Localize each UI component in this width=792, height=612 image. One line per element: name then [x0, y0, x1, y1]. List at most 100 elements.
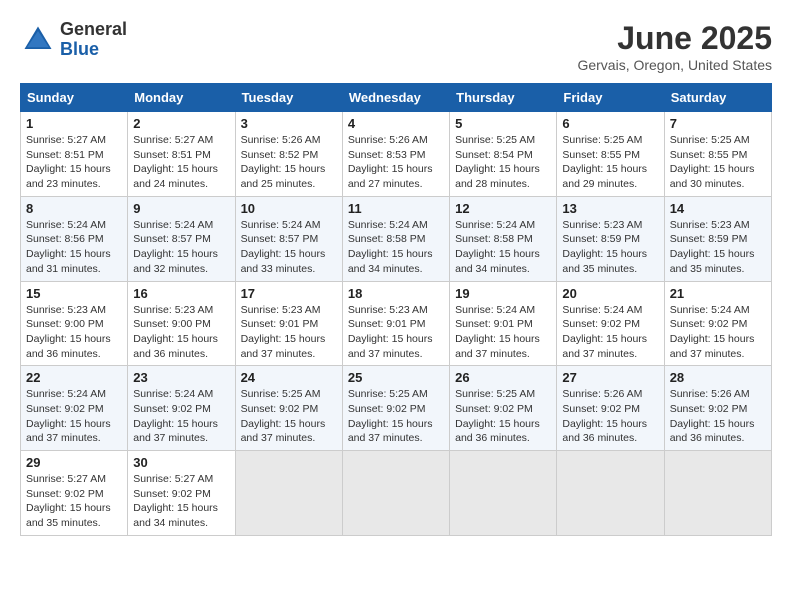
calendar-day-header: Wednesday — [342, 84, 449, 112]
day-info: Sunrise: 5:27 AMSunset: 9:02 PMDaylight:… — [26, 472, 122, 531]
day-number: 22 — [26, 370, 122, 385]
calendar-cell: 12Sunrise: 5:24 AMSunset: 8:58 PMDayligh… — [450, 196, 557, 281]
day-info: Sunrise: 5:26 AMSunset: 8:53 PMDaylight:… — [348, 133, 444, 192]
calendar-cell: 15 Sunrise: 5:23 AMSunset: 9:00 PMDayligh… — [21, 281, 128, 366]
calendar-cell: 22 Sunrise: 5:24 AMSunset: 9:02 PMDayligh… — [21, 366, 128, 451]
day-info: Sunrise: 5:24 AMSunset: 8:56 PMDaylight:… — [26, 218, 122, 277]
day-info: Sunrise: 5:26 AMSunset: 9:02 PMDaylight:… — [670, 387, 766, 446]
day-number: 19 — [455, 286, 551, 301]
calendar-week-row: 1 Sunrise: 5:27 AMSunset: 8:51 PMDaylight… — [21, 112, 772, 197]
calendar-cell — [342, 451, 449, 536]
calendar-cell: 8 Sunrise: 5:24 AMSunset: 8:56 PMDaylight… — [21, 196, 128, 281]
day-info: Sunrise: 5:24 AMSunset: 8:57 PMDaylight:… — [133, 218, 229, 277]
day-number: 29 — [26, 455, 122, 470]
logo-icon — [20, 22, 56, 58]
calendar-cell: 24Sunrise: 5:25 AMSunset: 9:02 PMDayligh… — [235, 366, 342, 451]
calendar-cell: 18Sunrise: 5:23 AMSunset: 9:01 PMDayligh… — [342, 281, 449, 366]
day-info: Sunrise: 5:24 AMSunset: 9:01 PMDaylight:… — [455, 303, 551, 362]
calendar-cell: 16Sunrise: 5:23 AMSunset: 9:00 PMDayligh… — [128, 281, 235, 366]
day-number: 30 — [133, 455, 229, 470]
day-number: 28 — [670, 370, 766, 385]
calendar-cell: 21 Sunrise: 5:24 AMSunset: 9:02 PMDayligh… — [664, 281, 771, 366]
day-number: 23 — [133, 370, 229, 385]
day-info: Sunrise: 5:24 AMSunset: 9:02 PMDaylight:… — [562, 303, 658, 362]
day-number: 3 — [241, 116, 337, 131]
calendar-cell: 28 Sunrise: 5:26 AMSunset: 9:02 PMDayligh… — [664, 366, 771, 451]
header: General Blue June 2025 Gervais, Oregon, … — [20, 20, 772, 73]
logo-general: General — [60, 20, 127, 40]
day-number: 11 — [348, 201, 444, 216]
day-number: 26 — [455, 370, 551, 385]
calendar-cell: 25 Sunrise: 5:25 AMSunset: 9:02 PMDayligh… — [342, 366, 449, 451]
calendar-cell: 6Sunrise: 5:25 AMSunset: 8:55 PMDaylight… — [557, 112, 664, 197]
day-info: Sunrise: 5:23 AMSunset: 9:01 PMDaylight:… — [241, 303, 337, 362]
day-info: Sunrise: 5:23 AMSunset: 9:00 PMDaylight:… — [26, 303, 122, 362]
calendar-cell: 1 Sunrise: 5:27 AMSunset: 8:51 PMDaylight… — [21, 112, 128, 197]
calendar-day-header: Friday — [557, 84, 664, 112]
day-number: 21 — [670, 286, 766, 301]
calendar-cell: 5 Sunrise: 5:25 AMSunset: 8:54 PMDaylight… — [450, 112, 557, 197]
day-info: Sunrise: 5:25 AMSunset: 9:02 PMDaylight:… — [348, 387, 444, 446]
day-number: 13 — [562, 201, 658, 216]
calendar-table: SundayMondayTuesdayWednesdayThursdayFrid… — [20, 83, 772, 536]
calendar-cell: 4 Sunrise: 5:26 AMSunset: 8:53 PMDaylight… — [342, 112, 449, 197]
day-info: Sunrise: 5:24 AMSunset: 8:58 PMDaylight:… — [348, 218, 444, 277]
calendar-week-row: 15 Sunrise: 5:23 AMSunset: 9:00 PMDayligh… — [21, 281, 772, 366]
calendar-cell: 3Sunrise: 5:26 AMSunset: 8:52 PMDaylight… — [235, 112, 342, 197]
day-number: 16 — [133, 286, 229, 301]
day-info: Sunrise: 5:25 AMSunset: 9:02 PMDaylight:… — [455, 387, 551, 446]
calendar-week-row: 8 Sunrise: 5:24 AMSunset: 8:56 PMDaylight… — [21, 196, 772, 281]
location-title: Gervais, Oregon, United States — [577, 57, 772, 73]
day-info: Sunrise: 5:24 AMSunset: 9:02 PMDaylight:… — [133, 387, 229, 446]
day-info: Sunrise: 5:24 AMSunset: 9:02 PMDaylight:… — [26, 387, 122, 446]
calendar-cell: 17 Sunrise: 5:23 AMSunset: 9:01 PMDayligh… — [235, 281, 342, 366]
calendar-cell: 30 Sunrise: 5:27 AMSunset: 9:02 PMDayligh… — [128, 451, 235, 536]
logo-blue: Blue — [60, 40, 127, 60]
day-number: 5 — [455, 116, 551, 131]
day-number: 24 — [241, 370, 337, 385]
day-number: 27 — [562, 370, 658, 385]
day-info: Sunrise: 5:27 AMSunset: 9:02 PMDaylight:… — [133, 472, 229, 531]
calendar-cell: 9 Sunrise: 5:24 AMSunset: 8:57 PMDaylight… — [128, 196, 235, 281]
calendar-cell: 26 Sunrise: 5:25 AMSunset: 9:02 PMDayligh… — [450, 366, 557, 451]
calendar-cell: 10Sunrise: 5:24 AMSunset: 8:57 PMDayligh… — [235, 196, 342, 281]
day-info: Sunrise: 5:27 AMSunset: 8:51 PMDaylight:… — [26, 133, 122, 192]
day-number: 1 — [26, 116, 122, 131]
day-number: 2 — [133, 116, 229, 131]
day-info: Sunrise: 5:26 AMSunset: 9:02 PMDaylight:… — [562, 387, 658, 446]
title-block: June 2025 Gervais, Oregon, United States — [577, 20, 772, 73]
calendar-day-header: Monday — [128, 84, 235, 112]
calendar-cell: 7Sunrise: 5:25 AMSunset: 8:55 PMDaylight… — [664, 112, 771, 197]
month-title: June 2025 — [577, 20, 772, 57]
calendar-day-header: Tuesday — [235, 84, 342, 112]
calendar-cell: 13 Sunrise: 5:23 AMSunset: 8:59 PMDayligh… — [557, 196, 664, 281]
calendar-cell — [557, 451, 664, 536]
calendar-cell — [450, 451, 557, 536]
day-number: 15 — [26, 286, 122, 301]
day-info: Sunrise: 5:23 AMSunset: 8:59 PMDaylight:… — [670, 218, 766, 277]
calendar-cell: 23 Sunrise: 5:24 AMSunset: 9:02 PMDayligh… — [128, 366, 235, 451]
calendar-cell — [235, 451, 342, 536]
day-info: Sunrise: 5:23 AMSunset: 8:59 PMDaylight:… — [562, 218, 658, 277]
day-number: 17 — [241, 286, 337, 301]
calendar-cell: 29 Sunrise: 5:27 AMSunset: 9:02 PMDayligh… — [21, 451, 128, 536]
calendar-header-row: SundayMondayTuesdayWednesdayThursdayFrid… — [21, 84, 772, 112]
day-number: 4 — [348, 116, 444, 131]
calendar-body: 1 Sunrise: 5:27 AMSunset: 8:51 PMDaylight… — [21, 112, 772, 536]
day-info: Sunrise: 5:25 AMSunset: 8:54 PMDaylight:… — [455, 133, 551, 192]
day-info: Sunrise: 5:24 AMSunset: 9:02 PMDaylight:… — [670, 303, 766, 362]
calendar-week-row: 22 Sunrise: 5:24 AMSunset: 9:02 PMDayligh… — [21, 366, 772, 451]
day-info: Sunrise: 5:27 AMSunset: 8:51 PMDaylight:… — [133, 133, 229, 192]
day-number: 7 — [670, 116, 766, 131]
day-number: 9 — [133, 201, 229, 216]
calendar-cell: 20Sunrise: 5:24 AMSunset: 9:02 PMDayligh… — [557, 281, 664, 366]
calendar-cell — [664, 451, 771, 536]
calendar-cell: 11 Sunrise: 5:24 AMSunset: 8:58 PMDayligh… — [342, 196, 449, 281]
day-info: Sunrise: 5:25 AMSunset: 8:55 PMDaylight:… — [562, 133, 658, 192]
day-number: 8 — [26, 201, 122, 216]
day-number: 14 — [670, 201, 766, 216]
day-number: 25 — [348, 370, 444, 385]
logo: General Blue — [20, 20, 127, 60]
calendar-day-header: Thursday — [450, 84, 557, 112]
logo-text: General Blue — [60, 20, 127, 60]
